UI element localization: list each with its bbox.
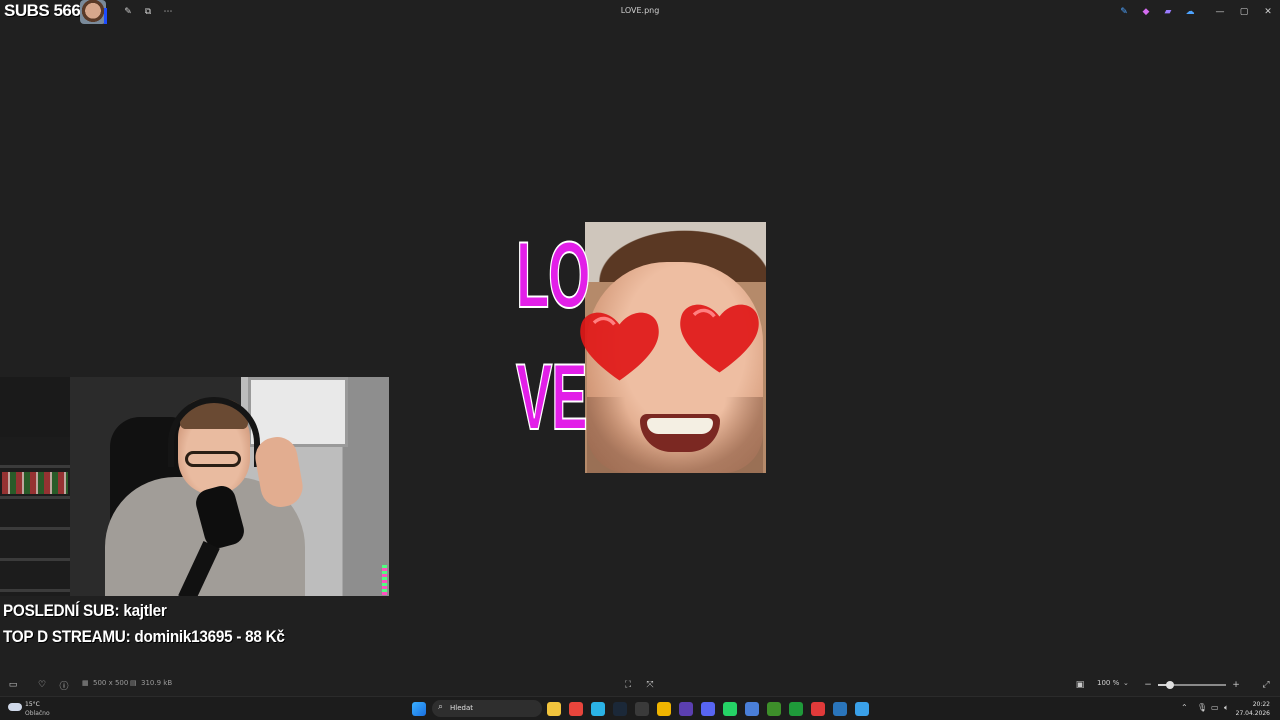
edit-pen-icon[interactable]: ✎ <box>1116 4 1132 20</box>
zoom-slider[interactable] <box>1158 681 1226 689</box>
dimensions-icon: ▦ <box>82 679 89 687</box>
expand-icon[interactable]: ⤢ <box>1259 678 1273 692</box>
clock-date: 27.04.2026 <box>1235 710 1270 717</box>
microphone-tray-icon[interactable]: 🎙︎ <box>1197 703 1207 712</box>
whatsapp-icon[interactable] <box>723 702 737 716</box>
search-icon: ⌕ <box>438 702 444 712</box>
image-teeth <box>647 418 713 434</box>
photos-icon[interactable] <box>855 702 869 716</box>
fit-to-window-icon[interactable]: ⛶ <box>621 678 635 692</box>
fullscreen-icon[interactable]: ⤧ <box>643 678 657 692</box>
webcam-glasses <box>185 451 241 467</box>
volume-icon[interactable]: 🔈︎ <box>1224 703 1229 713</box>
status-bar: ▭ ♡ ⓘ ▦ 500 x 500 ▤ 310.9 kB ⛶ ⤧ ▣ 100 %… <box>0 674 1280 696</box>
clock-time: 20:22 <box>1252 701 1270 708</box>
close-button[interactable]: ✕ <box>1256 4 1280 20</box>
webcam-shelf <box>0 437 70 596</box>
minecraft-icon[interactable] <box>767 702 781 716</box>
taskbar-clock[interactable]: 20:22 27.04.2026 <box>1236 700 1270 718</box>
file-size-icon: ▤ <box>130 679 137 687</box>
displayed-image[interactable]: LO VE <box>515 222 766 473</box>
minimize-button[interactable]: — <box>1208 4 1232 20</box>
favorite-icon[interactable]: ♡ <box>35 678 49 692</box>
edge-icon[interactable] <box>591 702 605 716</box>
onedrive-icon[interactable]: ☁ <box>1182 4 1198 20</box>
subs-counter: SUBS 566/ <box>4 1 85 20</box>
weather-description: Oblačno <box>25 710 50 717</box>
top-donation-caption: TOP D STREAMU: dominik13695 - 88 Kč <box>3 627 285 646</box>
title-bar: ✎ ⧉ ⋯ LOVE.png ✎ ◆ ▰ ☁ — ▢ ✕ <box>0 0 1280 24</box>
file-explorer-icon[interactable] <box>547 702 561 716</box>
zoom-level[interactable]: 100 % <box>1097 679 1119 687</box>
maximize-button[interactable]: ▢ <box>1232 4 1256 20</box>
actual-size-icon[interactable]: ▣ <box>1073 678 1087 692</box>
webcam-window <box>248 377 348 447</box>
weather-temperature: 15°C <box>25 701 40 708</box>
led-strip <box>382 565 387 595</box>
heart-glasses-right <box>677 296 762 376</box>
tray-expand-icon[interactable]: ⌃ <box>1181 703 1188 712</box>
love-text-line1: LO <box>515 222 591 327</box>
search-label: Hledat <box>450 704 473 712</box>
zoom-dropdown-icon[interactable]: ⌄ <box>1123 679 1129 687</box>
copilot-icon[interactable]: ◆ <box>1138 4 1154 20</box>
zoom-slider-thumb[interactable] <box>1166 681 1175 689</box>
chrome-icon[interactable] <box>569 702 583 716</box>
love-text-line2: VE <box>515 344 588 449</box>
last-sub-caption: POSLEDNÍ SUB: kajtler <box>3 601 167 620</box>
acrobat-icon[interactable] <box>811 702 825 716</box>
zoom-in-icon[interactable]: + <box>1229 678 1243 692</box>
filmstrip-icon[interactable]: ▭ <box>6 678 20 692</box>
taskbar: 15°C Oblačno ⌕ Hledat ⌃ 🎙︎ ▭ 🔈︎ 20:22 27… <box>0 696 1280 720</box>
app-blue-icon[interactable] <box>745 702 759 716</box>
info-icon[interactable]: ⓘ <box>57 678 71 692</box>
subs-progress-bar <box>104 8 107 24</box>
obs-icon[interactable] <box>635 702 649 716</box>
clipchamp-icon[interactable]: ▰ <box>1160 4 1176 20</box>
steam2-icon[interactable] <box>833 702 847 716</box>
zoom-out-icon[interactable]: − <box>1141 678 1155 692</box>
cloud-icon <box>8 703 22 711</box>
app-purple-icon[interactable] <box>679 702 693 716</box>
xbox-icon[interactable] <box>789 702 803 716</box>
taskbar-search[interactable]: ⌕ Hledat <box>432 700 542 717</box>
discord-icon[interactable] <box>701 702 715 716</box>
start-button[interactable] <box>412 702 426 716</box>
subs-avatar <box>80 0 106 24</box>
network-icon[interactable]: ▭ <box>1211 703 1219 712</box>
app-yellow-icon[interactable] <box>657 702 671 716</box>
webcam-cans <box>2 472 68 494</box>
webcam-feed <box>0 377 389 596</box>
image-dimensions: 500 x 500 <box>93 679 129 687</box>
heart-glasses-left <box>577 304 662 384</box>
window-title: LOVE.png <box>620 6 660 15</box>
file-size: 310.9 kB <box>141 679 173 687</box>
steam-icon[interactable] <box>613 702 627 716</box>
